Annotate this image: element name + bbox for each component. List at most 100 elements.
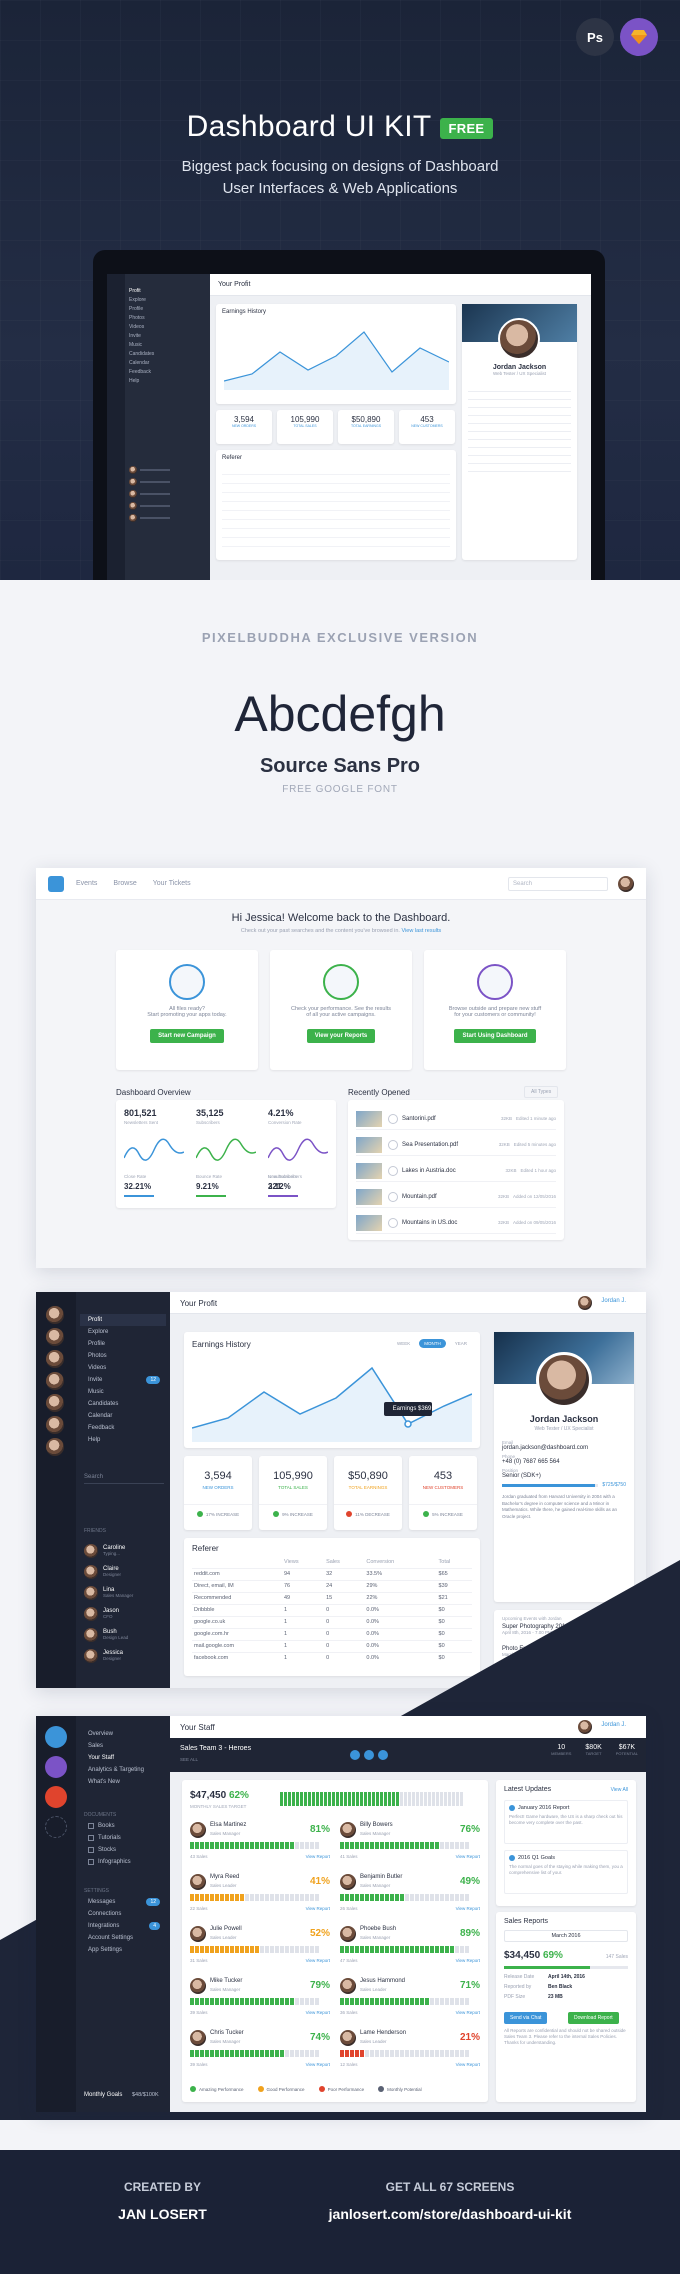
monitor-sidebar-item[interactable]: Music — [129, 342, 207, 351]
settings-item[interactable]: Messages 12 — [80, 1896, 166, 1908]
monitor-sidebar-item[interactable]: Help — [129, 378, 207, 387]
staff-sidebar-item[interactable]: What's New — [80, 1776, 166, 1788]
staff-member[interactable]: Chris Tucker Sales Manager 74% 39 Sales View… — [190, 2028, 330, 2076]
team-icon[interactable] — [378, 1750, 388, 1760]
staff-member[interactable]: Mike Tucker Sales Manager 79% 39 Sales View … — [190, 1976, 330, 2024]
nav-events[interactable]: Events — [76, 880, 97, 887]
staff-user-avatar[interactable] — [578, 1720, 592, 1734]
update-item[interactable]: 2016 Q1 Goals The normal goes of the stay… — [504, 1850, 628, 1894]
staff-member[interactable]: Benjamin Butler Sales Manager 49% 26 Sales V… — [340, 1872, 480, 1920]
sidebar-item-explore[interactable]: Explore — [80, 1326, 166, 1338]
store-link[interactable]: janlosert.com/store/dashboard-ui-kit — [300, 2206, 600, 2222]
monitor-sidebar-item[interactable]: Profit — [129, 288, 207, 297]
recent-file-row[interactable]: Mountain.pdf 32KB Added on 12/05/2016 — [356, 1186, 556, 1208]
sidebar-item-profile[interactable]: Profile — [80, 1338, 166, 1350]
period-toggle[interactable]: MONTH — [419, 1339, 446, 1348]
staff-sidebar-item[interactable]: Overview — [80, 1728, 166, 1740]
reports-month-select[interactable]: March 2016 — [504, 1930, 628, 1942]
view-report-link[interactable]: View Report — [456, 2010, 480, 2015]
settings-item[interactable]: App Settings — [80, 1944, 166, 1956]
monitor-sidebar-item[interactable]: Profile — [129, 306, 207, 315]
search-input[interactable]: Search — [508, 876, 608, 891]
staff-member[interactable]: Myra Reed Sales Leader 41% 22 Sales View Rep… — [190, 1872, 330, 1920]
period-toggle[interactable]: YEAR — [450, 1339, 472, 1348]
sidebar-item-candidates[interactable]: Candidates — [80, 1398, 166, 1410]
monitor-friend[interactable] — [129, 464, 205, 476]
period-toggle[interactable]: WEEK — [392, 1339, 415, 1348]
sidebar-item-feedback[interactable]: Feedback — [80, 1422, 166, 1434]
welcome-card-button[interactable]: Start Using Dashboard — [454, 1029, 536, 1043]
user-avatar[interactable] — [618, 875, 634, 892]
app-switcher-avatar[interactable] — [46, 1438, 64, 1456]
view-report-link[interactable]: View Report — [456, 2062, 480, 2067]
profile-email[interactable]: jordan.jackson@dashboard.com — [502, 1445, 626, 1451]
sidebar-item-invite[interactable]: Invite 12 — [80, 1374, 166, 1386]
staff-member[interactable]: Elsa Martinez Sales Manager 81% 43 Sales Vie… — [190, 1820, 330, 1868]
staff-sidebar-item[interactable]: Analytics & Targeting — [80, 1764, 166, 1776]
view-report-link[interactable]: View Report — [306, 1958, 330, 1963]
team-name[interactable]: Sales Team 3 - Heroes — [180, 1745, 251, 1752]
view-report-link[interactable]: View Report — [456, 1958, 480, 1963]
send-chat-button[interactable]: Send via Chat — [504, 2012, 548, 2024]
recent-filter[interactable]: All Types — [524, 1086, 559, 1098]
welcome-card-button[interactable]: View your Reports — [306, 1029, 376, 1043]
view-report-link[interactable]: View Report — [306, 2062, 330, 2067]
update-item[interactable]: January 2016 Report Perfect! Game hardwar… — [504, 1800, 628, 1844]
sidebar-search[interactable]: Search — [84, 1474, 164, 1484]
sidebar-item-videos[interactable]: Videos — [80, 1362, 166, 1374]
download-report-button[interactable]: Download Report — [568, 2012, 619, 2024]
monitor-friend[interactable] — [129, 512, 205, 524]
recent-file-row[interactable]: Lakes in Austria.doc 32KB Edited 1 hour ag… — [356, 1160, 556, 1182]
add-app-icon[interactable] — [45, 1816, 67, 1838]
monitor-sidebar-item[interactable]: Feedback — [129, 369, 207, 378]
document-item[interactable]: Books — [80, 1820, 166, 1832]
app-switcher-avatar[interactable] — [46, 1350, 64, 1368]
sidebar-item-calendar[interactable]: Calendar — [80, 1410, 166, 1422]
staff-sidebar-item[interactable]: Your Staff — [80, 1752, 166, 1764]
app-switcher-avatar[interactable] — [46, 1394, 64, 1412]
recent-file-row[interactable]: Sea Presentation.pdf 32KB Edited 5 minutes… — [356, 1134, 556, 1156]
recent-file-row[interactable]: Mountains in US.doc 32KB Added on 09/05/20… — [356, 1212, 556, 1234]
view-report-link[interactable]: View Report — [306, 1906, 330, 1911]
nav-browse[interactable]: Browse — [113, 880, 136, 887]
monitor-friend[interactable] — [129, 488, 205, 500]
rocket-icon[interactable] — [45, 1756, 67, 1778]
app-switcher-avatar[interactable] — [46, 1306, 64, 1324]
sidebar-item-help[interactable]: Help — [80, 1434, 166, 1446]
team-icon[interactable] — [350, 1750, 360, 1760]
monitor-sidebar-item[interactable]: Photos — [129, 315, 207, 324]
document-item[interactable]: Stocks — [80, 1844, 166, 1856]
staff-user-name[interactable]: Jordan J. — [601, 1722, 626, 1728]
profit-user-name[interactable]: Jordan J. — [601, 1298, 626, 1304]
team-icon[interactable] — [364, 1750, 374, 1760]
app-switcher-avatar[interactable] — [46, 1328, 64, 1346]
sidebar-item-music[interactable]: Music — [80, 1386, 166, 1398]
app-switcher-avatar[interactable] — [46, 1416, 64, 1434]
updates-link[interactable]: View All — [611, 1787, 628, 1793]
view-report-link[interactable]: View Report — [306, 1854, 330, 1859]
document-item[interactable]: Tutorials — [80, 1832, 166, 1844]
welcome-card-button[interactable]: Start new Campaign — [150, 1029, 224, 1043]
monitor-sidebar-item[interactable]: Candidates — [129, 351, 207, 360]
view-report-link[interactable]: View Report — [306, 2010, 330, 2015]
settings-item[interactable]: Account Settings — [80, 1932, 166, 1944]
team-sub[interactable]: SEE ALL — [180, 1757, 198, 1762]
recent-file-row[interactable]: Santorini.pdf 32KB Edited 1 minute ago — [356, 1108, 556, 1130]
monitor-sidebar-item[interactable]: Explore — [129, 297, 207, 306]
monitor-friend[interactable] — [129, 500, 205, 512]
view-report-link[interactable]: View Report — [456, 1854, 480, 1859]
nav-tickets[interactable]: Your Tickets — [153, 880, 191, 887]
settings-item[interactable]: Connections — [80, 1908, 166, 1920]
staff-member[interactable]: Lame Henderson Sales Leader 21% 12 Sales Vie… — [340, 2028, 480, 2076]
gamepad-icon[interactable] — [45, 1786, 67, 1808]
document-item[interactable]: Infographics — [80, 1856, 166, 1868]
staff-member[interactable]: Billy Bowers Sales Manager 76% 41 Sales View… — [340, 1820, 480, 1868]
friend-item[interactable]: Caroline Typing... — [84, 1540, 168, 1561]
sidebar-item-profit[interactable]: Profit — [80, 1314, 166, 1326]
view-report-link[interactable]: View Report — [456, 1906, 480, 1911]
send-icon[interactable] — [45, 1726, 67, 1748]
profit-user-avatar[interactable] — [578, 1296, 592, 1310]
view-results-link[interactable]: View last results — [402, 928, 442, 934]
monitor-sidebar-item[interactable]: Calendar — [129, 360, 207, 369]
app-switcher-avatar[interactable] — [46, 1372, 64, 1390]
